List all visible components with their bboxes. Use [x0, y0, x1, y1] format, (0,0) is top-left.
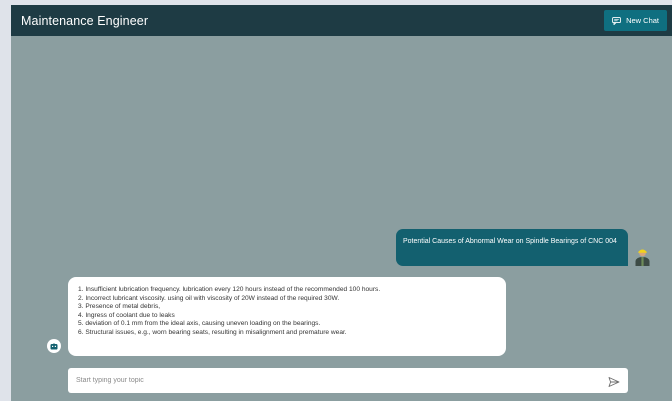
bot-avatar — [47, 339, 61, 353]
list-item: 2. Incorrect lubricant viscosity. using … — [78, 294, 340, 302]
list-item: 3. Presence of metal debris, — [78, 303, 161, 311]
user-message-text: Potential Causes of Abnormal Wear on Spi… — [403, 238, 617, 245]
list-item: 4. Ingress of coolant due to leaks — [78, 311, 175, 319]
page-title: Maintenance Engineer — [21, 13, 149, 28]
bot-message-bubble: 1. Insufficient lubrication frequency. l… — [68, 277, 506, 356]
app-header: Maintenance Engineer New Chat — [11, 5, 672, 36]
user-message-bubble: Potential Causes of Abnormal Wear on Spi… — [396, 229, 628, 266]
message-composer — [68, 368, 628, 393]
new-chat-label: New Chat — [626, 16, 659, 25]
bot-icon — [50, 342, 58, 349]
user-avatar — [634, 248, 651, 266]
send-button[interactable] — [608, 375, 620, 387]
new-chat-button[interactable]: New Chat — [604, 10, 667, 31]
list-item: 5. deviation of 0.1 mm from the ideal ax… — [78, 320, 321, 328]
send-icon — [608, 377, 620, 387]
chat-icon — [612, 16, 621, 25]
bot-message-list: 1. Insufficient lubrication frequency. l… — [78, 286, 496, 338]
list-item: 6. Structural issues, e.g., worn bearing… — [78, 328, 347, 336]
chat-app: Maintenance Engineer New Chat Potential … — [11, 5, 672, 401]
list-item: 1. Insufficient lubrication frequency. l… — [78, 286, 381, 293]
message-input[interactable] — [74, 376, 598, 385]
